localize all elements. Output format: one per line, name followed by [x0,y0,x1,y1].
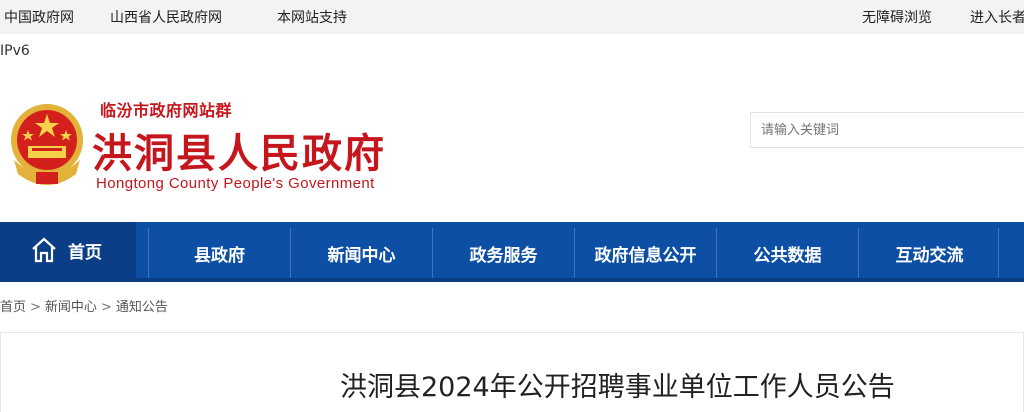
home-icon [32,237,56,263]
nav-info-disclosure[interactable]: 政府信息公开 [575,228,716,278]
nav-home-label: 首页 [68,242,102,263]
search-input[interactable] [750,112,1024,148]
link-shanxi-gov[interactable]: 山西省人民政府网 [110,7,222,27]
site-group-label: 临汾市政府网站群 [100,101,233,120]
nav-news-center[interactable]: 新闻中心 [291,228,432,278]
ipv6-label: IPv6 [0,43,30,59]
top-bar: 中国政府网 山西省人民政府网 本网站支持 无障碍浏览 进入长者 [0,0,1024,34]
breadcrumb: 首页 > 新闻中心 > 通知公告 [0,296,168,315]
link-elder-mode[interactable]: 进入长者 [970,7,1024,27]
link-china-gov[interactable]: 中国政府网 [4,7,74,27]
nav-gov-services[interactable]: 政务服务 [433,228,574,278]
breadcrumb-home[interactable]: 首页 [0,300,26,315]
link-site-support[interactable]: 本网站支持 [277,7,347,27]
breadcrumb-notices[interactable]: 通知公告 [116,300,168,315]
site-title-english: Hongtong County People's Government [96,175,375,192]
nav-public-data[interactable]: 公共数据 [717,228,858,278]
breadcrumb-separator: > [30,300,41,315]
breadcrumb-separator: > [100,300,112,315]
breadcrumb-news-center[interactable]: 新闻中心 [45,300,97,315]
nav-interaction[interactable]: 互动交流 [859,228,1000,278]
nav-county-gov[interactable]: 县政府 [149,228,290,278]
link-accessibility[interactable]: 无障碍浏览 [862,7,932,27]
site-title[interactable]: 洪洞县人民政府 [92,121,386,179]
nav-home[interactable]: 首页 [0,222,136,278]
article-title: 洪洞县2024年公开招聘事业单位工作人员公告 [340,372,895,403]
nav-divider [998,228,999,278]
main-nav: 首页 县政府 新闻中心 政务服务 政府信息公开 公共数据 互动交流 [0,222,1024,282]
national-emblem-icon [11,104,83,185]
